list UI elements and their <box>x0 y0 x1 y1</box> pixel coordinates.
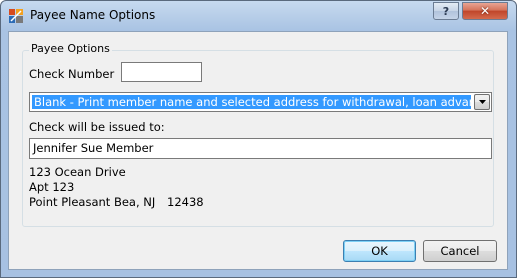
help-button[interactable]: ? <box>433 2 459 20</box>
title-bar[interactable]: Payee Name Options ? ✕ <box>1 1 516 31</box>
cancel-button[interactable]: Cancel <box>423 240 497 262</box>
help-icon: ? <box>442 4 450 18</box>
chevron-down-icon <box>478 100 486 104</box>
address-line-2: Apt 123 <box>29 180 75 194</box>
address-city-state: Point Pleasant Bea, NJ <box>29 195 156 209</box>
dialog-client-area: Payee Options Check Number Blank - Print… <box>8 31 508 270</box>
issued-to-label: Check will be issued to: <box>29 120 165 134</box>
dialog-window: Payee Name Options ? ✕ Payee Options Che… <box>0 0 517 278</box>
dropdown-button[interactable] <box>474 94 490 110</box>
group-legend: Payee Options <box>29 42 112 55</box>
app-logo-icon <box>9 9 23 23</box>
close-icon: ✕ <box>479 4 491 18</box>
payee-type-selected: Blank - Print member name and selected a… <box>32 95 471 109</box>
payee-type-dropdown[interactable]: Blank - Print member name and selected a… <box>29 92 492 112</box>
close-button[interactable]: ✕ <box>462 2 508 20</box>
address-zip: 12438 <box>167 195 204 209</box>
check-number-label: Check Number <box>29 67 115 81</box>
address-line-1: 123 Ocean Drive <box>29 165 126 179</box>
payee-name-field: Jennifer Sue Member <box>29 138 492 159</box>
window-title: Payee Name Options <box>30 8 156 22</box>
ok-button[interactable]: OK <box>343 240 416 262</box>
check-number-input[interactable] <box>121 62 202 82</box>
